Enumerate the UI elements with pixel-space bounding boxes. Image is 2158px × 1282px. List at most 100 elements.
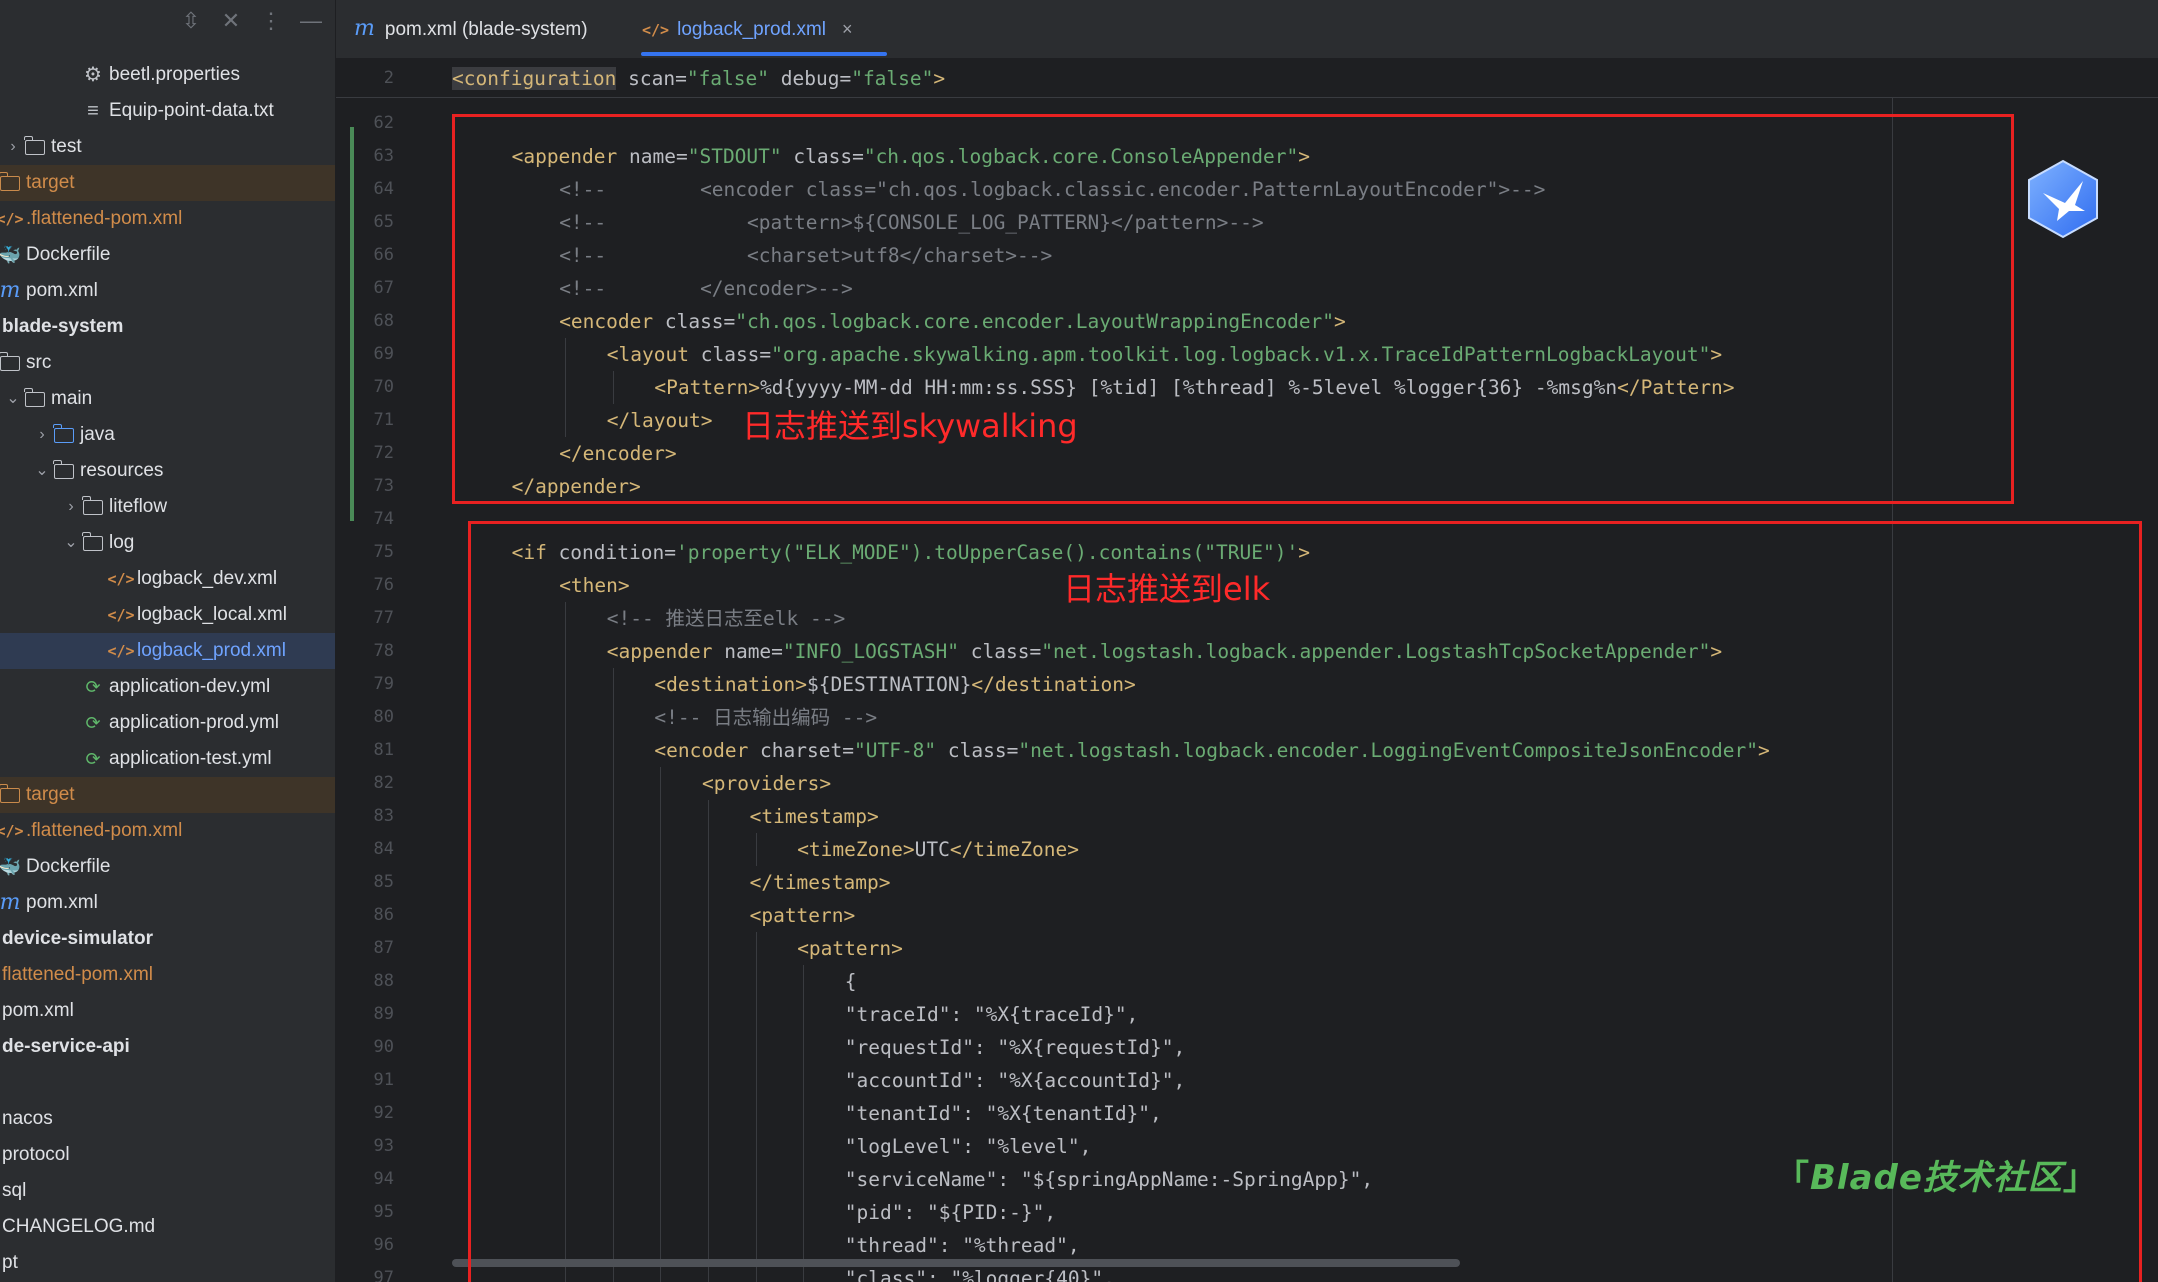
line-number: 89 — [373, 1004, 394, 1024]
code-editor[interactable]: 2 <configuration scan="false" debug="fals… — [336, 59, 2158, 1282]
code-line[interactable]: <encoder class="ch.qos.logback.core.enco… — [559, 305, 1346, 338]
chevron-down-icon[interactable]: ⌄ — [63, 525, 79, 561]
horizontal-scrollbar[interactable] — [452, 1259, 1460, 1267]
tree-item[interactable]: CHANGELOG.md — [0, 1209, 335, 1245]
indent-guide — [565, 932, 567, 965]
code-line[interactable]: "logLevel": "%level", — [845, 1130, 1092, 1163]
tree-item[interactable]: ⌄ log — [0, 525, 335, 561]
code-token: <providers> — [702, 772, 832, 795]
tree-item[interactable]: ⟳ application-test.yml — [0, 741, 335, 777]
code-token: <!-- </encoder>--> — [559, 277, 853, 300]
tab-logback-prod-xml[interactable]: </> logback_prod.xml × — [642, 0, 853, 58]
code-line[interactable]: <timestamp> — [750, 800, 879, 833]
tree-item-label: .flattened-pom.xml — [26, 820, 183, 841]
tree-item[interactable]: › test — [0, 129, 335, 165]
code-line[interactable]: </timestamp> — [750, 866, 891, 899]
indent-guide — [612, 1031, 614, 1064]
code-line[interactable]: "accountId": "%X{accountId}", — [845, 1064, 1185, 1097]
tree-item[interactable]: flattened-pom.xml — [0, 957, 335, 993]
code-token: "net.logstash.logback.encoder.LoggingEve… — [1018, 739, 1758, 762]
line-number: 94 — [373, 1169, 394, 1189]
line-number: 84 — [373, 839, 394, 859]
tree-item[interactable]: </>.flattened-pom.xml — [0, 813, 335, 849]
tree-item[interactable]: ⌄ main — [0, 381, 335, 417]
tree-item[interactable]: m pom.xml — [0, 273, 335, 309]
tree-item[interactable]: </> logback_dev.xml — [0, 561, 335, 597]
code-line[interactable]: <appender name="INFO_LOGSTASH" class="ne… — [607, 635, 1722, 668]
tree-item[interactable]: ⟳ application-prod.yml — [0, 705, 335, 741]
chevron-down-icon[interactable]: ⌄ — [34, 453, 50, 489]
code-line[interactable]: <!-- 日志输出编码 --> — [654, 701, 877, 734]
tree-item[interactable]: m pom.xml — [0, 885, 335, 921]
tree-item-label: target — [26, 784, 75, 805]
chevron-down-icon[interactable]: ⌄ — [5, 381, 21, 417]
code-line[interactable]: <then> — [559, 569, 629, 602]
code-line[interactable]: <destination>${DESTINATION}</destination… — [654, 668, 1135, 701]
tree-item[interactable]: ⌄ resources — [0, 453, 335, 489]
ai-assistant-icon[interactable] — [2025, 159, 2101, 239]
code-line[interactable]: { — [845, 965, 857, 998]
tree-item[interactable]: › liteflow — [0, 489, 335, 525]
code-line[interactable]: </layout> — [607, 404, 713, 437]
code-line[interactable]: "pid": "${PID:-}", — [845, 1196, 1056, 1229]
tree-item[interactable]: </> logback_prod.xml — [0, 633, 335, 669]
tree-item[interactable]: pom.xml — [0, 993, 335, 1029]
code-line[interactable]: "thread": "%thread", — [845, 1229, 1080, 1262]
code-line[interactable]: </encoder> — [559, 437, 676, 470]
close-tab-icon[interactable]: × — [842, 19, 853, 39]
tree-item[interactable]: </>.flattened-pom.xml — [0, 201, 335, 237]
tree-item[interactable]: ⟳ application-dev.yml — [0, 669, 335, 705]
code-line[interactable]: <pattern> — [750, 899, 856, 932]
tree-item[interactable]: 🐳 Dockerfile — [0, 237, 335, 273]
code-line[interactable]: <encoder charset="UTF-8" class="net.logs… — [654, 734, 1769, 767]
tree-item[interactable]: de-service-api — [0, 1029, 335, 1065]
code-line[interactable]: "tenantId": "%X{tenantId}", — [845, 1097, 1162, 1130]
tree-item[interactable]: pt — [0, 1245, 335, 1281]
tree-item[interactable]: › java — [0, 417, 335, 453]
tree-item[interactable]: </> logback_local.xml — [0, 597, 335, 633]
minimize-icon[interactable]: — — [299, 8, 323, 34]
code-line[interactable]: <!-- <encoder class="ch.qos.logback.clas… — [559, 173, 1545, 206]
chevron-right-icon[interactable]: › — [34, 417, 50, 453]
code-token: <!-- <charset>utf8</charset>--> — [559, 244, 1053, 267]
code-line[interactable]: </appender> — [512, 470, 641, 503]
more-options-icon[interactable]: ⋮ — [259, 8, 283, 34]
expand-collapse-icon[interactable]: ⇳ — [179, 8, 203, 34]
code-line[interactable]: <!-- </encoder>--> — [559, 272, 853, 305]
code-line[interactable]: <appender name="STDOUT" class="ch.qos.lo… — [512, 140, 1310, 173]
code-line[interactable]: <layout class="org.apache.skywalking.apm… — [607, 338, 1722, 371]
code-line[interactable]: <configuration scan="false" debug="false… — [452, 62, 945, 95]
tree-item[interactable]: ≡ Equip-point-data.txt — [0, 93, 335, 129]
tree-item[interactable]: nacos — [0, 1101, 335, 1137]
tree-item-label: main — [51, 388, 93, 409]
tree-item-label: protocol — [2, 1144, 70, 1165]
code-token: { — [844, 970, 857, 993]
tree-item[interactable]: protocol — [0, 1137, 335, 1173]
code-line[interactable]: "requestId": "%X{requestId}", — [845, 1031, 1185, 1064]
code-line[interactable]: "serviceName": "${springAppName:-SpringA… — [845, 1163, 1373, 1196]
chevron-right-icon[interactable]: › — [5, 129, 21, 165]
code-line[interactable]: <pattern> — [797, 932, 903, 965]
tree-item[interactable]: device-simulator — [0, 921, 335, 957]
tree-item[interactable]: target — [0, 165, 335, 201]
tree-item[interactable]: ⚙ beetl.properties — [0, 57, 335, 93]
code-line[interactable]: <Pattern>%d{yyyy-MM-dd HH:mm:ss.SSS} [%t… — [654, 371, 1734, 404]
collapse-all-icon[interactable]: ✕ — [219, 8, 243, 34]
code-line[interactable]: <!-- 推送日志至elk --> — [607, 602, 845, 635]
tree-item[interactable]: sql — [0, 1173, 335, 1209]
line-number: 70 — [373, 377, 394, 397]
chevron-right-icon[interactable]: › — [63, 489, 79, 525]
tab-pom-xml[interactable]: m pom.xml (blade-system) — [354, 0, 588, 58]
tree-item[interactable]: target — [0, 777, 335, 813]
tree-item[interactable] — [0, 1065, 335, 1101]
tree-item[interactable]: blade-system — [0, 309, 335, 345]
tree-item[interactable]: 🐳 Dockerfile — [0, 849, 335, 885]
tree-item[interactable]: src — [0, 345, 335, 381]
code-line[interactable]: <timeZone>UTC</timeZone> — [797, 833, 1079, 866]
code-line[interactable]: "traceId": "%X{traceId}", — [845, 998, 1139, 1031]
code-line[interactable]: <!-- <charset>utf8</charset>--> — [559, 239, 1052, 272]
sticky-line[interactable]: 2 <configuration scan="false" debug="fals… — [336, 59, 2158, 98]
tree-item-label: logback_local.xml — [137, 604, 287, 625]
code-line[interactable]: <providers> — [702, 767, 831, 800]
code-line[interactable]: <!-- <pattern>${CONSOLE_LOG_PATTERN}</pa… — [559, 206, 1263, 239]
